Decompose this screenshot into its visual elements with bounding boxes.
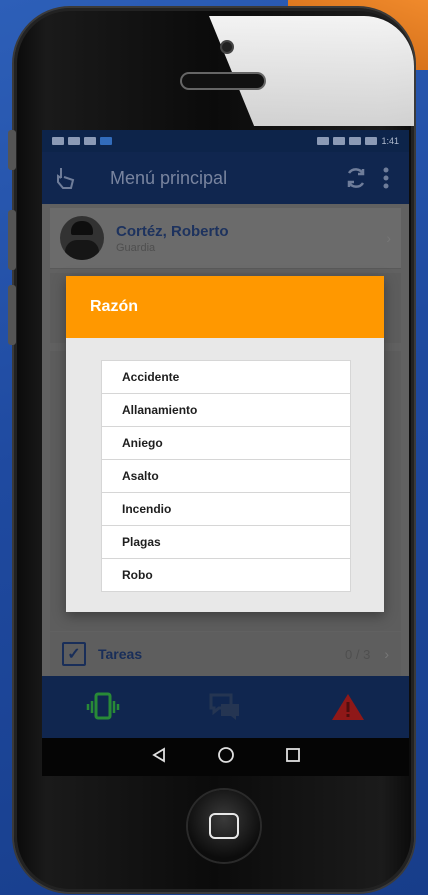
screen: 1:41 Menú principal Cortéz, Roberto Guar… <box>42 130 409 738</box>
recents-icon[interactable] <box>285 747 301 768</box>
phone-volume-down <box>8 285 16 345</box>
system-nav-bar <box>42 738 409 776</box>
camera <box>222 42 232 52</box>
home-button[interactable] <box>188 790 260 862</box>
option-aniego[interactable]: Aniego <box>102 427 350 460</box>
option-plagas[interactable]: Plagas <box>102 526 350 559</box>
option-accidente[interactable]: Accidente <box>102 361 350 394</box>
phone-glare <box>209 16 414 126</box>
dialog-header: Razón <box>66 276 384 338</box>
phone-volume-up <box>8 210 16 270</box>
home-circle-icon[interactable] <box>217 746 235 769</box>
back-icon[interactable] <box>151 746 167 768</box>
phone-side-button <box>8 130 16 170</box>
home-button-icon <box>209 813 239 839</box>
reason-dialog: Razón Accidente Allanamiento Aniego Asal… <box>66 276 384 612</box>
option-robo[interactable]: Robo <box>102 559 350 591</box>
reason-options-list: Accidente Allanamiento Aniego Asalto Inc… <box>101 360 351 592</box>
dialog-title: Razón <box>90 298 138 315</box>
option-allanamiento[interactable]: Allanamiento <box>102 394 350 427</box>
speaker <box>182 74 264 88</box>
option-asalto[interactable]: Asalto <box>102 460 350 493</box>
option-incendio[interactable]: Incendio <box>102 493 350 526</box>
